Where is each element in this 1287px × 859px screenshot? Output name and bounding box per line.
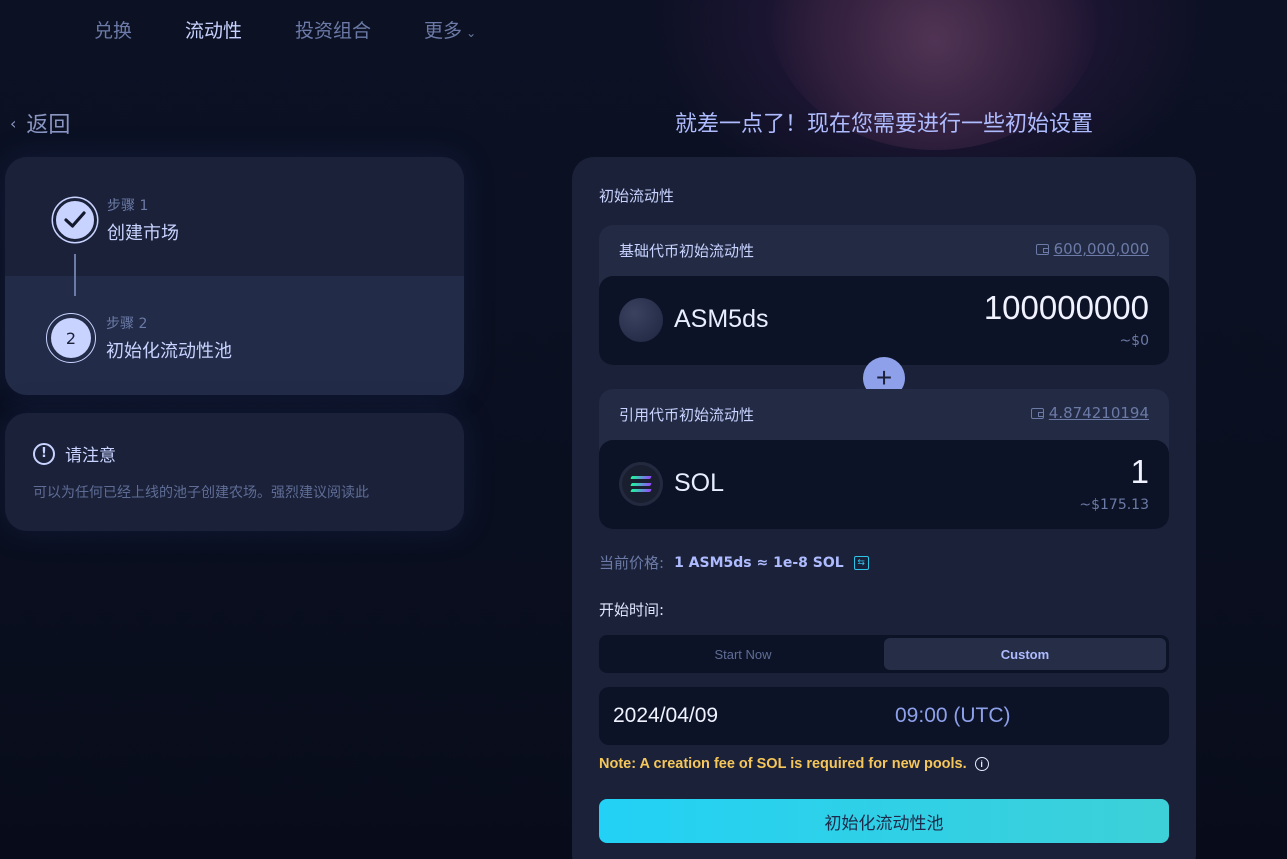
- base-amount[interactable]: 100000000: [984, 289, 1149, 327]
- quote-token-name: SOL: [674, 469, 725, 497]
- page-heading: 就差一点了！现在您需要进行一些初始设置: [674, 112, 1093, 137]
- initial-liquidity-panel: 初始流动性 基础代币初始流动性 600,000,000 ASM5ds 10000…: [572, 157, 1196, 859]
- current-price: 当前价格: 1 ASM5ds ≈ 1e-8 SOL ⇆: [599, 552, 869, 573]
- base-token-name: ASM5ds: [674, 305, 769, 333]
- price-value: 1 ASM5ds ≈ 1e-8 SOL: [674, 554, 844, 571]
- back-label: 返回: [26, 113, 71, 138]
- info-icon[interactable]: i: [974, 757, 989, 771]
- swap-price-icon[interactable]: ⇆: [853, 555, 869, 570]
- panel-title: 初始流动性: [599, 187, 675, 205]
- sol-token-icon: [619, 462, 663, 506]
- chevron-down-icon: ⌄: [466, 26, 477, 40]
- base-balance[interactable]: 600,000,000: [1035, 240, 1149, 258]
- start-time-label: 开始时间:: [599, 601, 665, 619]
- alert-icon: !: [33, 442, 55, 465]
- quote-amount-input[interactable]: SOL 1 ~$175.13: [599, 440, 1169, 529]
- nav-portfolio-label: 投资组合: [295, 20, 372, 42]
- date-input[interactable]: 2024/04/09: [613, 704, 718, 728]
- wallet-icon: [1030, 407, 1044, 419]
- nav-swap-label: 兑换: [94, 20, 133, 42]
- datetime-field: 2024/04/09 09:00 (UTC): [599, 687, 1169, 745]
- nav-more[interactable]: 更多 ⌄: [424, 16, 476, 43]
- time-input[interactable]: 09:00 (UTC): [895, 704, 1011, 728]
- nav-more-label: 更多: [424, 20, 463, 42]
- nav-liquidity[interactable]: 流动性: [185, 16, 242, 43]
- nav-swap[interactable]: 兑换: [94, 16, 132, 43]
- initialize-pool-button[interactable]: 初始化流动性池: [599, 799, 1169, 843]
- step-1: 步骤 1 创建市场: [53, 195, 179, 245]
- base-amount-input[interactable]: ASM5ds 100000000 ~$0: [599, 276, 1169, 365]
- step-connector: [74, 254, 76, 296]
- base-token-label: 基础代币初始流动性: [619, 242, 755, 260]
- wallet-icon: [1035, 243, 1049, 255]
- notice-title: 请注意: [65, 446, 116, 466]
- step-2-sub: 步骤 2: [106, 316, 148, 332]
- check-icon: [53, 198, 97, 242]
- base-balance-value: 600,000,000: [1053, 240, 1149, 258]
- step-2: 2 步骤 2 初始化流动性池: [46, 313, 232, 363]
- quote-amount[interactable]: 1: [1131, 453, 1149, 491]
- steps-card: 步骤 1 创建市场 2 步骤 2 初始化流动性池: [5, 157, 464, 395]
- custom-button[interactable]: Custom: [884, 638, 1166, 670]
- step-1-title: 创建市场: [107, 223, 179, 244]
- back-button[interactable]: ‹ 返回: [10, 107, 70, 139]
- quote-balance-value: 4.874210194: [1048, 404, 1149, 422]
- chevron-left-icon: ‹: [10, 113, 17, 133]
- creation-fee-note: Note: A creation fee of SOL is required …: [599, 756, 989, 772]
- notice-text: 可以为任何已经上线的池子创建农场。强烈建议阅读此: [33, 485, 369, 501]
- step-2-number-text: 2: [51, 318, 91, 358]
- step-2-number: 2: [46, 313, 96, 363]
- note-text: Note: A creation fee of SOL is required …: [599, 756, 967, 772]
- quote-token-label: 引用代币初始流动性: [619, 406, 755, 424]
- price-label: 当前价格:: [599, 554, 665, 572]
- base-token-box: 基础代币初始流动性 600,000,000 ASM5ds 100000000 ~…: [599, 225, 1169, 365]
- asm5ds-token-icon: [619, 298, 663, 342]
- step-1-sub: 步骤 1: [107, 198, 149, 214]
- nav-portfolio[interactable]: 投资组合: [295, 16, 371, 43]
- quote-usd-value: ~$175.13: [1079, 497, 1149, 513]
- base-usd-value: ~$0: [1119, 333, 1149, 349]
- quote-balance[interactable]: 4.874210194: [1030, 404, 1149, 422]
- top-nav: 兑换 流动性 投资组合 更多 ⌄: [94, 16, 529, 43]
- start-time-toggle: Start Now Custom: [599, 635, 1169, 673]
- step-2-title: 初始化流动性池: [106, 341, 232, 362]
- start-now-button[interactable]: Start Now: [602, 638, 884, 670]
- quote-token-box: 引用代币初始流动性 4.874210194 SOL 1 ~$175.13: [599, 389, 1169, 529]
- notice-card: ! 请注意 可以为任何已经上线的池子创建农场。强烈建议阅读此: [5, 413, 464, 531]
- nav-liquidity-label: 流动性: [185, 20, 243, 42]
